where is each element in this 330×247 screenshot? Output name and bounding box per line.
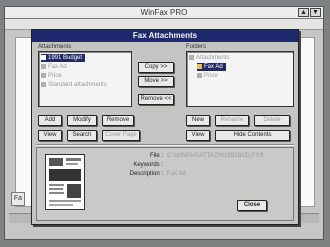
attachments-list[interactable]: 1991 Budget Fax Ad Price Standard attach… [38,51,132,107]
folder-icon [197,72,202,78]
document-icon [41,72,46,78]
list-item[interactable]: 1991 Budget [41,54,86,62]
list-item[interactable]: Price [41,72,62,80]
file-value: C:\WINFAX\ATTACH\1991BUD.FXS [167,153,264,159]
folder-icon [197,63,202,69]
list-item[interactable]: Fax Ad [41,63,67,71]
document-icon [41,63,46,69]
app-title: WinFax PRO [140,8,188,17]
copy-button[interactable]: Copy >> [138,62,174,73]
hide-contents-button[interactable]: Hide Contents [215,130,290,141]
scroll-down-icon[interactable]: ▼ [310,8,321,17]
description-label: Description : [129,171,163,177]
document-icon [41,81,46,87]
delete-button[interactable]: Delete [254,115,290,126]
desktop-screen: WinFax PRO ▲ ▼ Fa Fax Attachments Attach… [4,6,324,240]
list-item[interactable]: Fax Ad [197,63,226,71]
dialog-title: Fax Attachments [32,30,298,42]
keywords-label: Keywords : [133,162,163,168]
fax-attachments-dialog: Fax Attachments Attachments 1991 Budget … [31,29,299,225]
divider [36,144,294,146]
description-value: Fax Ad [167,171,186,177]
page-preview-icon [49,158,81,206]
move-button[interactable]: Move >> [138,76,174,87]
list-item[interactable]: Standard attachments [41,81,107,89]
folders-list[interactable]: Attachments Fax Ad Price [186,51,294,107]
view-folder-button[interactable]: View [186,130,210,141]
view-attachment-button[interactable]: View [38,130,62,141]
rename-button[interactable]: Rename [215,115,249,126]
close-button[interactable]: Close [237,200,267,211]
folder-icon [189,54,194,60]
modify-button[interactable]: Modify [67,115,97,126]
attachment-thumbnail [45,154,85,210]
list-item[interactable]: Attachments [189,54,229,62]
scroll-up-icon[interactable]: ▲ [298,8,309,17]
search-button[interactable]: Search [67,130,97,141]
remove-from-folder-button[interactable]: Remove << [138,94,174,105]
app-title-bar: WinFax PRO ▲ ▼ [5,7,323,19]
attachment-details-panel: File : C:\WINFAX\ATTACH\1991BUD.FXS Keyw… [36,147,294,221]
cover-page-button[interactable]: Cover Page [102,130,140,141]
list-item[interactable]: Price [197,72,218,80]
document-icon [41,54,46,60]
attachments-label: Attachments [38,44,72,50]
folders-label: Folders [186,44,207,50]
remove-button[interactable]: Remove [102,115,134,126]
new-folder-button[interactable]: New [186,115,210,126]
background-tab[interactable]: Fa [11,192,25,206]
file-label: File : [149,153,163,159]
add-button[interactable]: Add [38,115,62,126]
